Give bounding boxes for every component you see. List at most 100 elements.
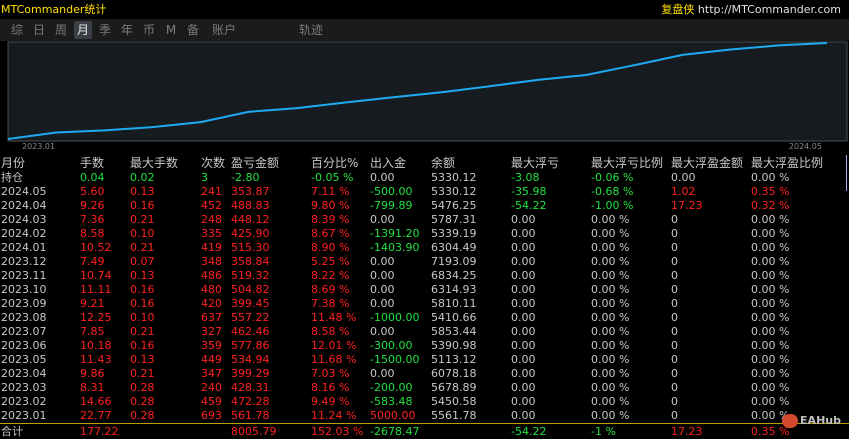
- col-header-month[interactable]: 月份: [1, 157, 25, 170]
- cell-balance: 5390.98: [431, 339, 477, 352]
- col-header-max-float-profit[interactable]: 最大浮盈金额: [671, 157, 743, 170]
- cell-pnl: 577.86: [231, 339, 270, 352]
- cell-month: 2023.12: [1, 255, 47, 268]
- table-row[interactable]: 2023.09 9.21 0.16 420 399.45 7.38 % 0.00 5810.1…: [0, 297, 849, 310]
- cell-max-float-loss: -3.08: [511, 171, 540, 184]
- cell-max-lots: 0.16: [130, 283, 155, 296]
- table-row[interactable]: 2024.04 9.26 0.16 452 488.83 9.80 % -799.89 547…: [0, 199, 849, 212]
- cell-balance: 5450.58: [431, 395, 477, 408]
- col-header-max-float-profit-pct[interactable]: 最大浮盈比例: [751, 157, 823, 170]
- tab-month[interactable]: 月: [74, 21, 92, 39]
- cell-deposit: 0.00: [370, 297, 395, 310]
- table-row[interactable]: 2023.11 10.74 0.13 486 519.32 8.22 % 0.00 6834.…: [0, 269, 849, 282]
- cell-month: 2023.01: [1, 409, 47, 422]
- table-row[interactable]: 2023.06 10.18 0.16 359 577.86 12.01 % -300.00 5…: [0, 339, 849, 352]
- cell-max-float-profit: 0: [671, 241, 678, 254]
- cell-percent: 8.90 %: [311, 241, 350, 254]
- table-row[interactable]: 2024.01 10.52 0.21 419 515.30 8.90 % -1403.90 6…: [0, 241, 849, 254]
- cell-deposit: 0.00: [370, 171, 395, 184]
- table-row[interactable]: 持仓 0.04 0.02 3 -2.80 -0.05 % 0.00 5330.12 -3.08 -…: [0, 171, 849, 184]
- cell-max-float-loss-pct: 0.00 %: [591, 241, 630, 254]
- cell-max-float-loss-pct: 0.00 %: [591, 283, 630, 296]
- table-row[interactable]: 2023.05 11.43 0.13 449 534.94 11.68 % -1500.00…: [0, 353, 849, 366]
- total-month: 合计: [1, 425, 23, 438]
- cell-month: 2024.03: [1, 213, 47, 226]
- cell-max-float-profit: 0: [671, 311, 678, 324]
- tab-trajectory[interactable]: 轨迹: [294, 21, 328, 39]
- cell-max-lots: 0.21: [130, 241, 155, 254]
- eahub-logo-icon: [782, 414, 799, 428]
- table-row[interactable]: 2024.02 8.58 0.10 335 425.90 8.67 % -1391.20 53…: [0, 227, 849, 240]
- cell-month: 2023.05: [1, 353, 47, 366]
- col-header-pnl[interactable]: 盈亏金额: [231, 157, 279, 170]
- cell-max-float-profit-pct: 0.32 %: [751, 199, 790, 212]
- balance-chart: 2023.01 2024.05: [7, 41, 848, 151]
- cell-max-float-loss-pct: 0.00 %: [591, 409, 630, 422]
- col-header-trades[interactable]: 次数: [201, 157, 225, 170]
- cell-max-float-loss-pct: -0.06 %: [591, 171, 634, 184]
- cell-max-float-loss: 0.00: [511, 381, 536, 394]
- table-row[interactable]: 2023.10 11.11 0.16 480 504.82 8.69 % 0.00 6314.…: [0, 283, 849, 296]
- table-row[interactable]: 2023.07 7.85 0.21 327 462.46 8.58 % 0.00 5853.4…: [0, 325, 849, 338]
- cell-max-float-loss: 0.00: [511, 353, 536, 366]
- tab-symbol[interactable]: 币: [140, 21, 158, 39]
- cell-trades: 3: [201, 171, 208, 184]
- tab-overview[interactable]: 综: [8, 21, 26, 39]
- cell-month: 2023.02: [1, 395, 47, 408]
- tab-notes[interactable]: 备: [184, 21, 202, 39]
- tab-account[interactable]: 账户: [208, 21, 240, 39]
- col-header-deposit[interactable]: 出入金: [370, 157, 406, 170]
- cell-percent: 7.03 %: [311, 367, 350, 380]
- cell-max-lots: 0.07: [130, 255, 155, 268]
- cell-deposit: -200.00: [370, 381, 413, 394]
- cell-max-float-loss: 0.00: [511, 311, 536, 324]
- table-row[interactable]: 2023.04 9.86 0.21 347 399.29 7.03 % 0.00 6078.1…: [0, 367, 849, 380]
- cell-max-float-loss-pct: 0.00 %: [591, 255, 630, 268]
- col-header-max-float-loss-pct[interactable]: 最大浮亏比例: [591, 157, 663, 170]
- col-header-max-lots[interactable]: 最大手数: [130, 157, 178, 170]
- cell-lots: 5.60: [80, 185, 105, 198]
- cell-lots: 9.26: [80, 199, 105, 212]
- cell-max-float-profit: 0: [671, 353, 678, 366]
- tab-magic[interactable]: M: [162, 21, 180, 39]
- col-header-max-float-loss[interactable]: 最大浮亏: [511, 157, 559, 170]
- cell-max-float-profit-pct: 0.00 %: [751, 381, 790, 394]
- cell-balance: 6314.93: [431, 283, 477, 296]
- table-row[interactable]: 2023.08 12.25 0.10 637 557.22 11.48 % -1000.00…: [0, 311, 849, 324]
- brand-link[interactable]: 复盘侠 http://MTCommander.com: [661, 1, 841, 17]
- table-row[interactable]: 2023.03 8.31 0.28 240 428.31 8.16 % -200.00 567…: [0, 381, 849, 394]
- cell-lots: 8.31: [80, 381, 105, 394]
- cell-lots: 10.52: [80, 241, 112, 254]
- table-row[interactable]: 2023.12 7.49 0.07 348 358.84 5.25 % 0.00 7193.0…: [0, 255, 849, 268]
- col-header-lots[interactable]: 手数: [80, 157, 104, 170]
- table-row[interactable]: 2023.02 14.66 0.28 459 472.28 9.49 % -583.48 54…: [0, 395, 849, 408]
- cell-max-float-profit-pct: 0.00 %: [751, 297, 790, 310]
- cell-lots: 10.18: [80, 339, 112, 352]
- cell-deposit: -1403.90: [370, 241, 420, 254]
- brand-url[interactable]: http://MTCommander.com: [698, 3, 841, 16]
- col-header-balance[interactable]: 余额: [431, 157, 455, 170]
- cell-percent: 8.58 %: [311, 325, 350, 338]
- tab-year[interactable]: 年: [118, 21, 136, 39]
- cell-trades: 335: [201, 227, 222, 240]
- tab-week[interactable]: 周: [52, 21, 70, 39]
- cell-deposit: -300.00: [370, 339, 413, 352]
- eahub-watermark: EAHub: [782, 414, 841, 428]
- tab-day[interactable]: 日: [30, 21, 48, 39]
- col-header-percent[interactable]: 百分比%: [311, 157, 358, 170]
- total-lots: 177.22: [80, 425, 119, 438]
- tab-quarter[interactable]: 季: [96, 21, 114, 39]
- table-row[interactable]: 2024.03 7.36 0.21 248 448.12 8.39 % 0.00 5787.3…: [0, 213, 849, 226]
- cell-lots: 7.85: [80, 325, 105, 338]
- cell-trades: 459: [201, 395, 222, 408]
- cell-deposit: 0.00: [370, 283, 395, 296]
- cell-trades: 241: [201, 185, 222, 198]
- cell-max-float-profit-pct: 0.00 %: [751, 311, 790, 324]
- total-max-float-loss: -54.22: [511, 425, 547, 438]
- cell-lots: 10.74: [80, 269, 112, 282]
- cell-percent: 8.39 %: [311, 213, 350, 226]
- table-row[interactable]: 2024.05 5.60 0.13 241 353.87 7.11 % -500.00 533…: [0, 185, 849, 198]
- cell-trades: 452: [201, 199, 222, 212]
- table-row[interactable]: 2023.01 22.77 0.28 693 561.78 11.24 % 5000.00 5…: [0, 409, 849, 422]
- cell-pnl: 515.30: [231, 241, 270, 254]
